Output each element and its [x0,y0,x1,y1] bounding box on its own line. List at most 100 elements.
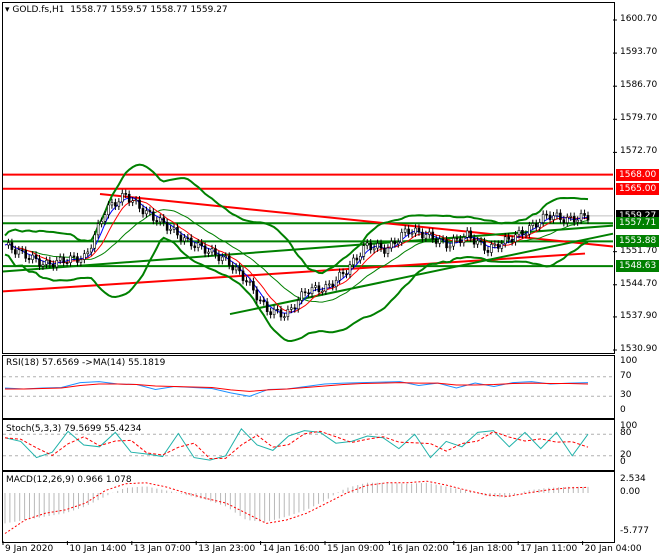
candle-body [531,223,535,226]
candle-body [524,233,528,236]
candle-body [155,220,159,223]
candle-body [324,284,328,292]
candle-body [438,238,441,244]
price-level-label: 1568.00 [616,168,660,181]
candle-body [158,217,162,223]
time-axis-label: 10 Jan 14:00 [69,544,127,554]
ohlc-values: 1558.77 1559.57 1558.77 1559.27 [70,5,228,15]
candle-body [100,221,103,224]
candle-body [227,255,231,266]
price-axis-label: 1544.70 [620,278,658,289]
candle-body [176,227,179,236]
symbol-label: GOLD.fs,H1 [12,5,65,15]
candle-body [428,231,431,235]
candle-body [365,242,369,246]
time-axis-label: 13 Jan 07:00 [133,544,191,554]
price-axis-label: 1593.70 [620,47,658,58]
candle-body [334,279,338,288]
candle-body [58,256,62,261]
candle-body [541,213,545,223]
candle-body [441,238,445,241]
candle-body [338,271,341,281]
candle-body [521,229,524,235]
macd-signal-line [4,480,589,534]
candle-body [27,257,31,260]
candle-body [383,247,386,254]
stoch-axis-label: 80 [620,428,632,439]
candle-body [7,242,10,246]
candle-body [417,227,421,233]
candle-body [10,242,14,250]
candle-body [290,307,293,310]
time-axis-label: 17 Jan 11:00 [520,544,578,554]
candle-body [265,301,269,312]
candle-body [559,212,562,220]
candle-body [569,216,573,218]
candle-body [169,228,172,231]
candle-body [124,193,128,195]
candle-body [424,234,428,239]
candle-body [196,242,200,248]
candle-body [296,300,300,310]
candle-body [83,253,86,260]
price-axis-label: 1530.90 [620,344,658,354]
candle-body [286,309,290,317]
candle-body [386,247,390,254]
candle-body [583,213,586,216]
candle-body [476,240,479,245]
candle-body [566,216,569,223]
candle-body [252,281,255,291]
candle-body [117,201,121,207]
candle-body [400,232,404,243]
price-axis-label: 1572.70 [620,146,658,157]
candle-body [238,266,241,272]
time-axis-label: 15 Jan 09:00 [327,544,384,554]
candle-body [317,285,321,293]
time-axis-label: 16 Jan 18:00 [455,544,513,554]
candle-body [321,290,324,293]
stoch-label: Stoch(5,3,3) 79.5699 55.4234 [6,424,142,434]
candle-body [55,260,59,268]
stoch-signal-line [4,430,589,460]
candle-body [486,249,490,253]
candle-body [110,202,114,206]
candle-body [355,257,359,261]
candle-body [434,238,438,244]
candle-body [114,202,117,207]
candle-body [348,264,352,275]
candle-body [331,283,335,288]
rsi-axis-label: 30 [620,390,632,401]
time-axis-label: 16 Jan 02:00 [391,544,449,554]
candle-body [103,214,107,222]
candle-body [555,212,559,217]
candle-body [120,193,124,203]
rsi-ma-line [5,382,589,392]
candle-body [221,256,224,261]
candle-body [459,238,462,244]
candle-body [14,249,17,255]
candle-body [272,308,276,315]
candle-body [421,231,424,239]
candle-body [131,200,134,203]
price-axis-label: 1586.70 [620,80,658,91]
candle-body [283,316,286,318]
candle-body [279,309,283,318]
candle-body [127,193,131,203]
candle-body [452,237,455,247]
candle-body [314,285,317,288]
candle-body [51,263,55,268]
candle-body [407,228,410,235]
candle-body [258,299,262,302]
candle-body [493,243,497,246]
candle-body [414,227,417,234]
candle-body [490,244,493,253]
candle-body [248,281,252,283]
price-level-label: 1557.71 [616,217,660,230]
candle-body [276,308,279,311]
candle-body [500,243,504,249]
macd-label: MACD(12,26,9) 0.966 1.078 [6,475,132,485]
candle-body [534,223,538,228]
macd-axis-label: -5.777 [620,526,650,536]
symbol-header: ▾ GOLD.fs,H1 1558.77 1559.57 1558.77 155… [5,5,228,15]
candle-body [148,210,152,213]
